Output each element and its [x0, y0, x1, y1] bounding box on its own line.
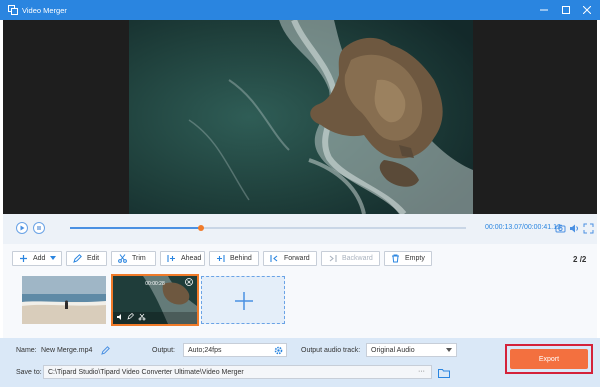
pencil-icon[interactable]	[101, 346, 110, 355]
more-options-button[interactable]: ···	[418, 368, 425, 375]
name-label: Name:	[16, 347, 37, 354]
output-label: Output:	[152, 347, 175, 354]
scissors-icon	[118, 254, 127, 263]
forward-button[interactable]: Forward	[263, 251, 317, 266]
backward-icon	[328, 254, 337, 263]
volume-icon[interactable]	[569, 223, 580, 234]
forward-icon	[270, 254, 279, 263]
backward-button[interactable]: Backward	[321, 251, 380, 266]
progress-track[interactable]	[70, 225, 466, 231]
output-format-value: Auto;24fps	[188, 347, 222, 354]
add-button[interactable]: Add	[12, 251, 62, 266]
clip-thumbnail-beach[interactable]	[22, 276, 106, 324]
preview-frame	[129, 20, 473, 214]
empty-label: Empty	[405, 255, 425, 262]
plus-icon	[19, 254, 28, 263]
window-title: Video Merger	[22, 6, 67, 15]
save-path-value: C:\Tipard Studio\Tipard Video Converter …	[48, 369, 244, 376]
audio-track-select[interactable]: Original Audio	[366, 343, 457, 357]
play-icon	[20, 225, 25, 231]
playback-bar: 00:00:13.07/00:00:41.12	[3, 214, 597, 244]
maximize-icon[interactable]	[559, 3, 573, 17]
clip-strip: 00:00:28	[3, 270, 597, 338]
behind-icon	[216, 254, 225, 263]
add-clip-button[interactable]	[201, 276, 285, 324]
forward-label: Forward	[284, 255, 310, 262]
gear-icon[interactable]	[274, 346, 283, 355]
file-name-value: New Merge.mp4	[41, 347, 93, 354]
behind-button[interactable]: Behind	[209, 251, 259, 266]
edit-toolbar: Add Edit Trim Ahead Behind Forward Backw…	[3, 244, 597, 270]
export-highlight: Export	[505, 344, 593, 374]
behind-label: Behind	[230, 255, 252, 262]
save-to-label: Save to:	[16, 369, 42, 376]
ahead-label: Ahead	[181, 255, 202, 262]
trim-label: Trim	[132, 255, 146, 262]
progress-fill	[70, 227, 201, 229]
current-time: 00:00:13.07	[485, 224, 522, 231]
save-path-field[interactable]: C:\Tipard Studio\Tipard Video Converter …	[43, 365, 432, 379]
audio-track-label: Output audio track:	[301, 347, 361, 354]
play-button[interactable]	[16, 222, 28, 234]
close-icon[interactable]	[580, 3, 594, 17]
pager-total: /2	[579, 255, 587, 264]
clip-pager: 2 /2	[573, 255, 586, 264]
minimize-icon[interactable]	[537, 3, 551, 17]
audio-track-value: Original Audio	[371, 347, 415, 354]
backward-label: Backward	[342, 255, 373, 262]
empty-button[interactable]: Empty	[384, 251, 432, 266]
trash-icon	[391, 254, 400, 263]
folder-icon[interactable]	[438, 368, 450, 378]
time-display: 00:00:13.07/00:00:41.12	[485, 224, 561, 231]
clip-duration: 00:00:28	[145, 281, 165, 287]
progress-handle[interactable]	[197, 225, 204, 231]
ocean-rock-image	[129, 20, 473, 214]
fullscreen-icon[interactable]	[583, 223, 594, 234]
edit-button[interactable]: Edit	[66, 251, 107, 266]
trim-button[interactable]: Trim	[111, 251, 156, 266]
plus-icon	[235, 292, 253, 310]
ahead-button[interactable]: Ahead	[160, 251, 205, 266]
video-preview	[3, 20, 597, 214]
stop-button[interactable]	[33, 222, 45, 234]
stop-icon	[37, 226, 41, 230]
edit-label: Edit	[87, 255, 100, 262]
chevron-down-icon	[50, 255, 57, 262]
ahead-icon	[167, 254, 176, 263]
pager-current: 2	[573, 255, 578, 264]
title-bar: Video Merger	[0, 0, 600, 20]
chevron-down-icon	[446, 348, 452, 352]
clip-thumbnail-ocean[interactable]: 00:00:28	[111, 274, 199, 326]
output-format-field[interactable]: Auto;24fps	[183, 343, 287, 357]
app-merge-icon	[8, 5, 18, 15]
add-label: Add	[33, 255, 46, 262]
export-button[interactable]: Export	[510, 349, 588, 369]
camera-icon[interactable]	[555, 223, 566, 234]
edit-icon	[73, 254, 82, 263]
